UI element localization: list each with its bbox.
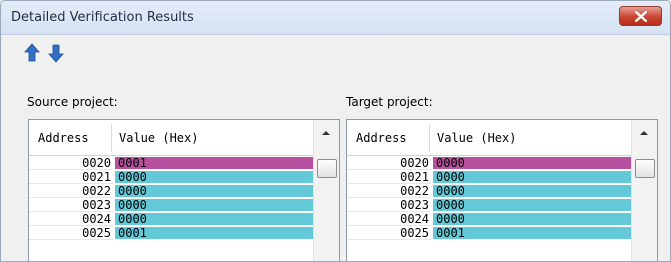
list-header: Address Value (Hex) <box>29 120 313 156</box>
value-cell: 0000 <box>433 213 631 226</box>
source-project-label: Source project: <box>27 95 118 109</box>
table-row[interactable]: 0021 0000 <box>347 171 631 184</box>
value-cell: 0000 <box>115 213 313 226</box>
address-cell: 0024 <box>347 213 431 226</box>
window-title: Detailed Verification Results <box>11 10 194 25</box>
previous-difference-button[interactable] <box>23 43 41 63</box>
scrollbar-thumb[interactable] <box>635 159 655 178</box>
close-icon <box>635 11 647 22</box>
scroll-up-icon[interactable] <box>320 129 332 137</box>
arrow-up-icon <box>24 43 40 62</box>
value-cell: 0001 <box>115 227 313 240</box>
value-cell: 0001 <box>115 157 313 170</box>
address-cell: 0021 <box>29 171 113 184</box>
table-row[interactable]: 0024 0000 <box>347 213 631 226</box>
address-cell: 0023 <box>347 199 431 212</box>
address-cell: 0022 <box>347 185 431 198</box>
source-values-list[interactable]: Address Value (Hex) 0020 0001 0021 0000 … <box>28 119 340 261</box>
address-cell: 0020 <box>347 157 431 170</box>
value-cell: 0000 <box>433 185 631 198</box>
close-button[interactable] <box>619 6 662 26</box>
column-divider[interactable] <box>111 124 112 152</box>
value-cell: 0000 <box>433 171 631 184</box>
verification-results-dialog: Detailed Verification Results Source pro… <box>0 0 671 262</box>
address-cell: 0020 <box>29 157 113 170</box>
vertical-scrollbar[interactable] <box>631 120 657 261</box>
list-header: Address Value (Hex) <box>347 120 631 156</box>
address-cell: 0023 <box>29 199 113 212</box>
table-row[interactable]: 0020 0001 <box>29 157 313 170</box>
target-project-label: Target project: <box>346 95 433 109</box>
scrollbar-thumb[interactable] <box>317 159 337 178</box>
column-divider[interactable] <box>429 124 430 152</box>
table-row[interactable]: 0025 0001 <box>347 227 631 240</box>
value-cell: 0000 <box>115 171 313 184</box>
value-cell: 0000 <box>433 157 631 170</box>
table-row[interactable]: 0024 0000 <box>29 213 313 226</box>
vertical-scrollbar[interactable] <box>313 120 339 261</box>
scroll-up-icon[interactable] <box>638 129 650 137</box>
table-row[interactable]: 0025 0001 <box>29 227 313 240</box>
next-difference-button[interactable] <box>47 43 65 63</box>
table-row[interactable]: 0022 0000 <box>347 185 631 198</box>
address-cell: 0024 <box>29 213 113 226</box>
value-cell: 0000 <box>115 199 313 212</box>
table-row[interactable]: 0023 0000 <box>347 199 631 212</box>
table-row[interactable]: 0023 0000 <box>29 199 313 212</box>
table-row[interactable]: 0022 0000 <box>29 185 313 198</box>
value-cell: 0001 <box>433 227 631 240</box>
address-cell: 0021 <box>347 171 431 184</box>
column-header-address[interactable]: Address <box>356 131 407 145</box>
address-cell: 0025 <box>347 227 431 240</box>
address-cell: 0025 <box>29 227 113 240</box>
value-cell: 0000 <box>433 199 631 212</box>
table-row[interactable]: 0020 0000 <box>347 157 631 170</box>
address-cell: 0022 <box>29 185 113 198</box>
column-header-address[interactable]: Address <box>38 131 89 145</box>
target-values-list[interactable]: Address Value (Hex) 0020 0000 0021 0000 … <box>346 119 658 261</box>
title-bar[interactable]: Detailed Verification Results <box>1 1 670 35</box>
table-row[interactable]: 0021 0000 <box>29 171 313 184</box>
column-header-value[interactable]: Value (Hex) <box>437 131 516 145</box>
arrow-down-icon <box>48 44 64 63</box>
column-header-value[interactable]: Value (Hex) <box>119 131 198 145</box>
value-cell: 0000 <box>115 185 313 198</box>
